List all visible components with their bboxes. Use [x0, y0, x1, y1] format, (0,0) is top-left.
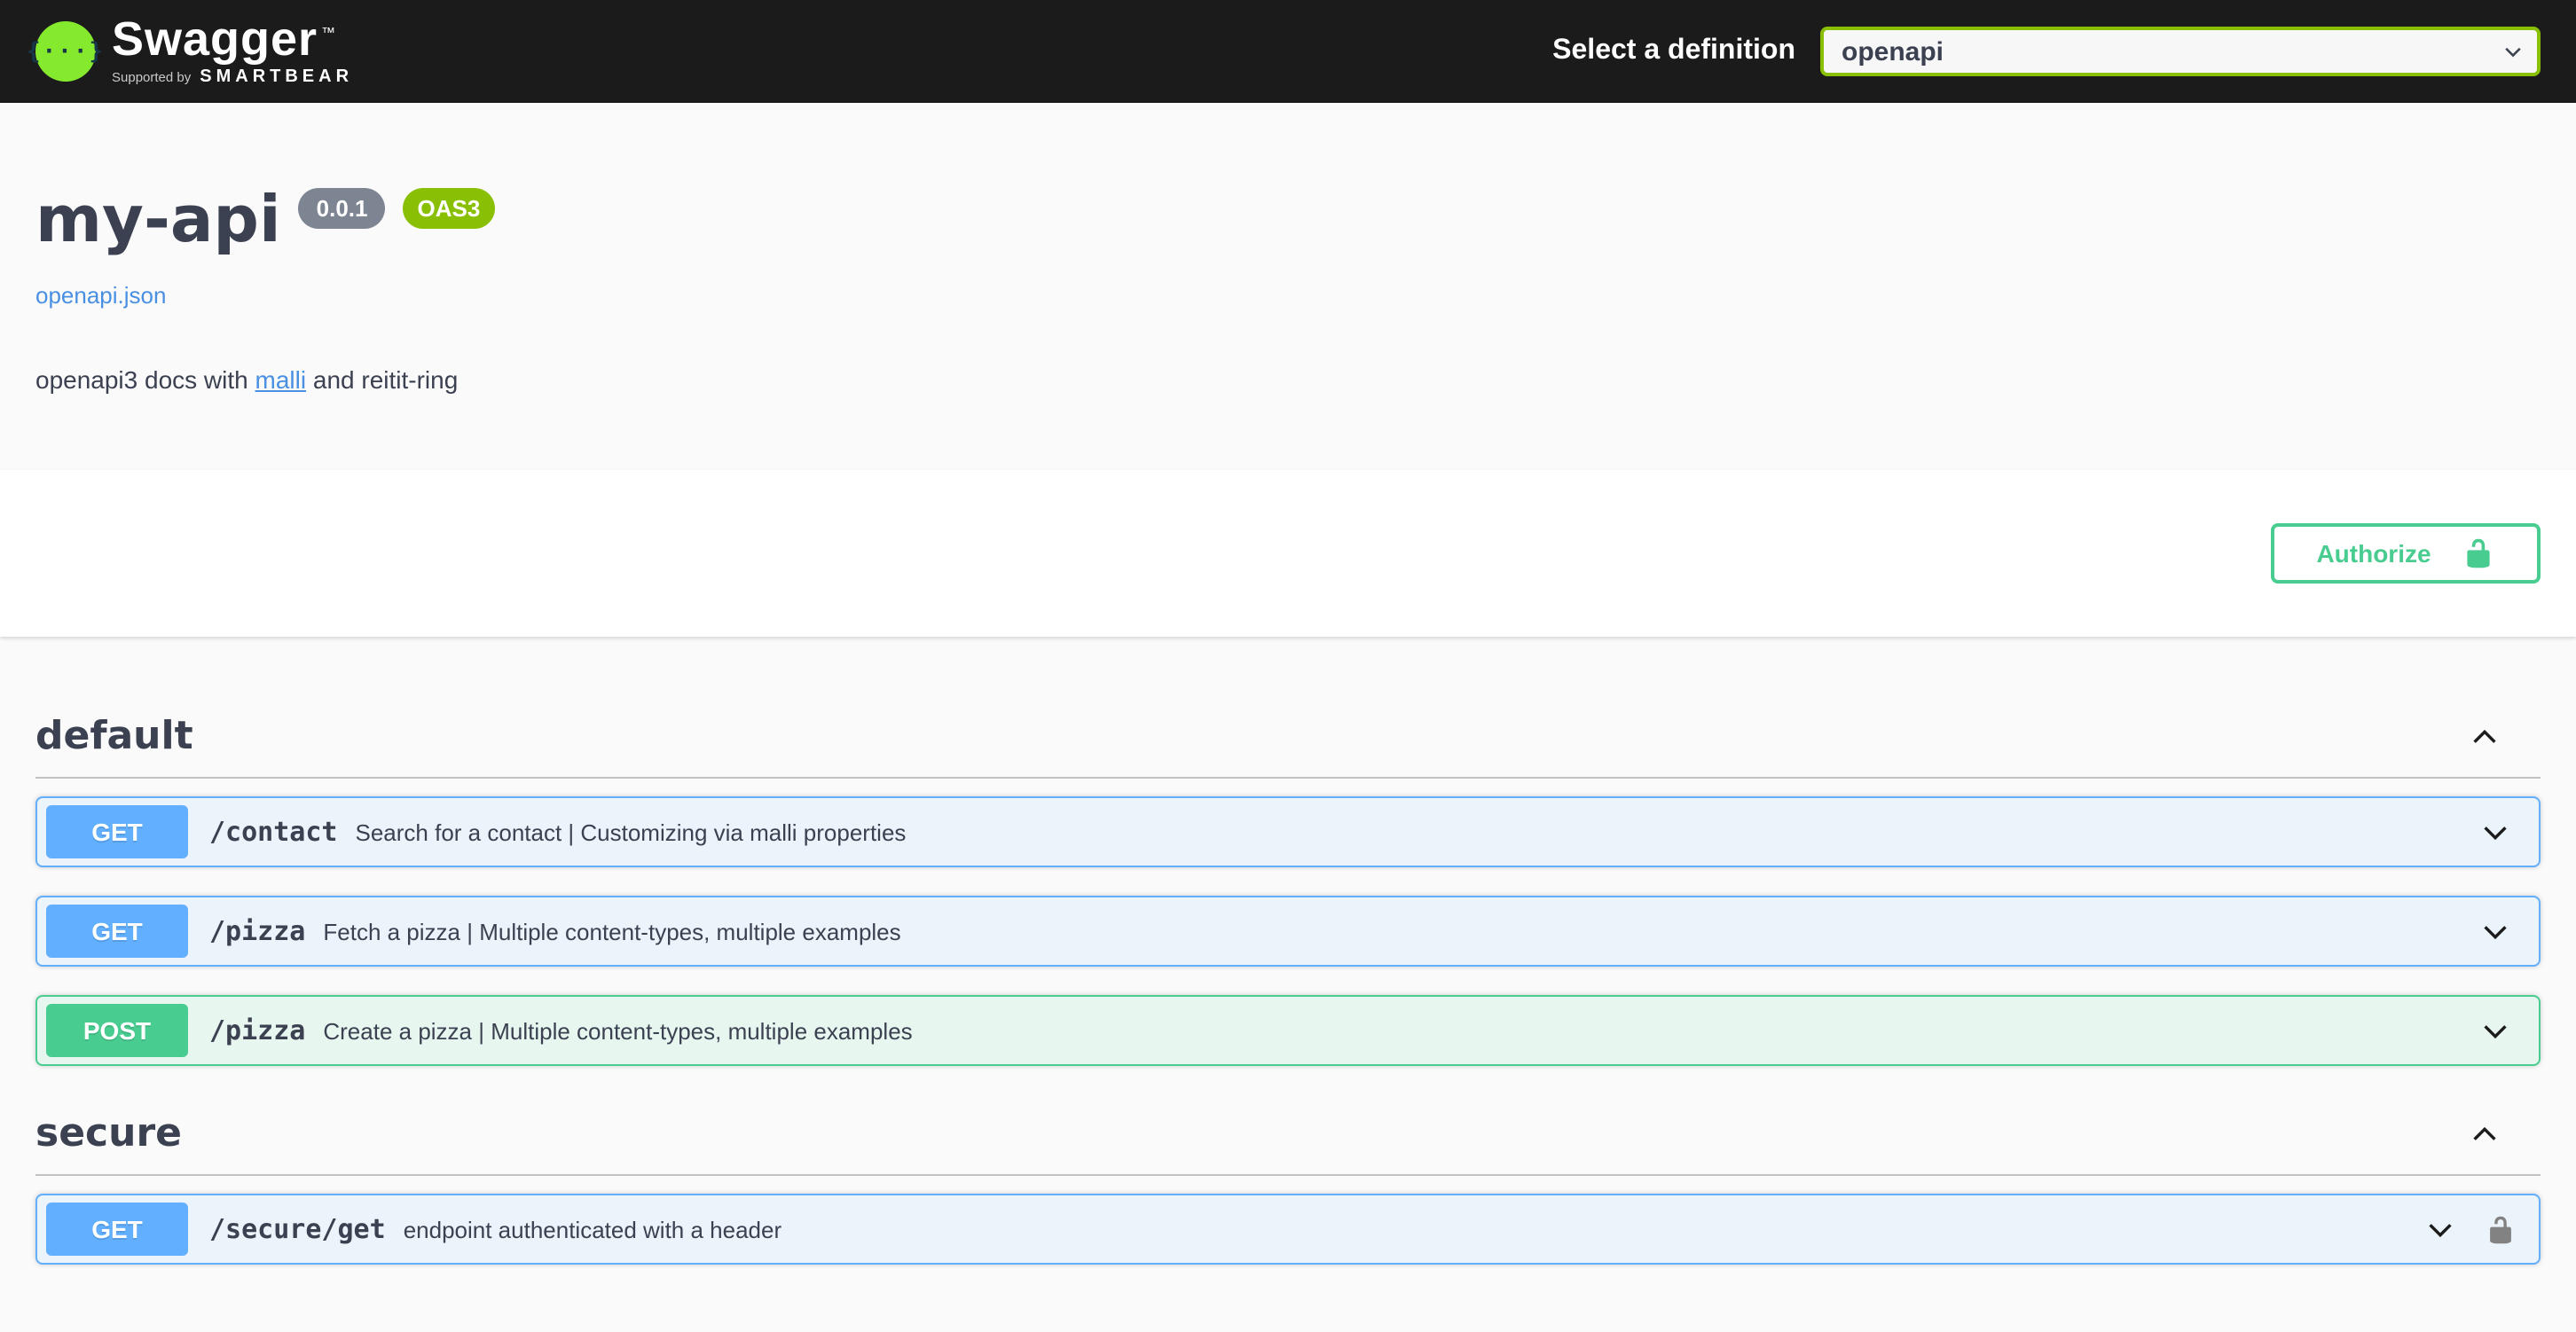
operation-summary: Create a pizza | Multiple content-types,…	[323, 1017, 912, 1044]
definition-select[interactable]: openapi	[1820, 27, 2541, 76]
description-text: and reitit-ring	[306, 365, 458, 394]
operation-summary: Search for a contact | Customizing via m…	[356, 819, 907, 845]
method-badge: GET	[46, 1203, 188, 1256]
definition-select-label: Select a definition	[1552, 35, 1795, 67]
operation-summary: endpoint authenticated with a header	[404, 1216, 781, 1242]
tag-section-secure: secure GET /secure/get endpoint authenti…	[35, 1094, 2541, 1265]
opblock-get-pizza[interactable]: GET /pizza Fetch a pizza | Multiple cont…	[35, 896, 2541, 967]
expand-chevron-down-icon[interactable]	[2478, 1014, 2512, 1047]
version-badge: 0.0.1	[299, 188, 386, 229]
tag-name: default	[35, 715, 193, 759]
supported-by-label: Supported by	[112, 71, 191, 84]
tag-header-secure[interactable]: secure	[35, 1094, 2541, 1176]
collapse-chevron-up-icon[interactable]	[2468, 1117, 2501, 1151]
authorize-label: Authorize	[2316, 539, 2431, 568]
unlock-icon	[2463, 537, 2495, 569]
operation-path: /secure/get	[209, 1213, 386, 1245]
swagger-logo-link[interactable]: {···} Swagger™ Supported by SMARTBEAR	[35, 16, 353, 87]
api-title: my-api	[35, 184, 281, 257]
brand-name: Swagger™	[112, 16, 353, 64]
expand-chevron-down-icon[interactable]	[2478, 914, 2512, 948]
swagger-logo-icon: {···}	[35, 21, 96, 82]
operation-path: /pizza	[209, 915, 305, 947]
collapse-chevron-up-icon[interactable]	[2468, 720, 2501, 754]
opblock-get-contact[interactable]: GET /contact Search for a contact | Cust…	[35, 796, 2541, 867]
topbar: {···} Swagger™ Supported by SMARTBEAR Se…	[0, 0, 2576, 103]
auth-lock-icon[interactable]	[2486, 1214, 2516, 1244]
spec-url-link[interactable]: openapi.json	[35, 282, 166, 309]
tag-section-default: default GET /contact Search for a contac…	[35, 697, 2541, 1066]
malli-link[interactable]: malli	[255, 365, 307, 394]
operation-summary: Fetch a pizza | Multiple content-types, …	[323, 918, 900, 944]
method-badge: GET	[46, 905, 188, 958]
api-description: openapi3 docs with malli and reitit-ring	[35, 365, 2541, 394]
expand-chevron-down-icon[interactable]	[2478, 815, 2512, 849]
method-badge: GET	[46, 805, 188, 858]
opblock-get-secure-get[interactable]: GET /secure/get endpoint authenticated w…	[35, 1194, 2541, 1265]
tag-name: secure	[35, 1112, 182, 1156]
oas3-badge: OAS3	[404, 188, 495, 229]
trademark-symbol: ™	[321, 25, 336, 41]
opblock-post-pizza[interactable]: POST /pizza Create a pizza | Multiple co…	[35, 995, 2541, 1066]
swagger-ui-page: {···} Swagger™ Supported by SMARTBEAR Se…	[0, 0, 2576, 1332]
api-info-section: my-api 0.0.1 OAS3 openapi.json openapi3 …	[0, 103, 2576, 470]
operation-path: /contact	[209, 816, 338, 848]
description-text: openapi3 docs with	[35, 365, 255, 394]
scheme-container: Authorize	[0, 470, 2576, 637]
smartbear-brand: SMARTBEAR	[200, 69, 353, 87]
expand-chevron-down-icon[interactable]	[2423, 1212, 2457, 1246]
operation-path: /pizza	[209, 1015, 305, 1046]
method-badge: POST	[46, 1004, 188, 1057]
authorize-button[interactable]: Authorize	[2271, 523, 2541, 584]
tag-header-default[interactable]: default	[35, 697, 2541, 779]
